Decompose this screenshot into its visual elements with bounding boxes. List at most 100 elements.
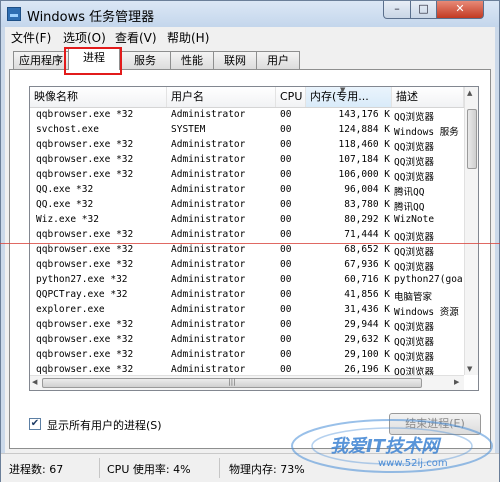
cpu-cell: 00 (280, 139, 292, 150)
memory-cell: 26,196 K (344, 364, 390, 375)
table-row[interactable]: explorer.exe Administrator 00 31,436 K Windo… (30, 303, 464, 318)
description-cell: QQ浏览器 (394, 157, 434, 168)
image-name-cell: qqbrowser.exe *32 (36, 349, 134, 360)
memory-cell: 71,444 K (344, 229, 390, 240)
image-name-cell: Wiz.exe *32 (36, 214, 99, 225)
scroll-up-icon[interactable]: ▲ (467, 89, 472, 97)
maximize-button[interactable]: □ (410, 1, 437, 19)
title-bar[interactable]: Windows 任务管理器 – □ ✕ (1, 1, 499, 27)
description-cell: QQ浏览器 (394, 112, 434, 123)
tab-networking[interactable]: 联网 (213, 51, 257, 69)
memory-cell: 107,184 K (338, 154, 390, 165)
horizontal-scrollbar[interactable]: ◀ ||| ▶ (30, 375, 464, 390)
description-cell: QQ浏览器 (394, 142, 434, 153)
table-row[interactable]: QQ.exe *32 Administrator 00 96,004 K 腾讯QQ (30, 183, 464, 198)
memory-cell: 80,292 K (344, 214, 390, 225)
cpu-cell: 00 (280, 199, 292, 210)
show-all-users-checkbox[interactable]: ✔ (29, 418, 41, 430)
list-header: 映像名称 用户名 CPU 内存(专用... 描述 ▼ (30, 87, 464, 108)
menu-help[interactable]: 帮助(H) (167, 29, 209, 46)
user-name-cell: Administrator (171, 139, 246, 150)
status-separator (219, 458, 220, 478)
process-list[interactable]: 映像名称 用户名 CPU 内存(专用... 描述 ▼ qqbrowser.exe… (29, 86, 479, 391)
table-row[interactable]: qqbrowser.exe *32 Administrator 00 118,460 … (30, 138, 464, 153)
user-name-cell: Administrator (171, 214, 246, 225)
description-cell: 腾讯QQ (394, 202, 425, 213)
table-row[interactable]: qqbrowser.exe *32 Administrator 00 143,176 … (30, 108, 464, 123)
cpu-cell: 00 (280, 334, 292, 345)
tab-users[interactable]: 用户 (256, 51, 300, 69)
image-name-cell: QQ.exe *32 (36, 199, 94, 210)
image-name-cell: qqbrowser.exe *32 (36, 154, 134, 165)
cpu-cell: 00 (280, 214, 292, 225)
image-name-cell: qqbrowser.exe *32 (36, 244, 134, 255)
user-name-cell: Administrator (171, 364, 246, 375)
scroll-right-icon[interactable]: ▶ (454, 378, 459, 386)
table-row[interactable]: qqbrowser.exe *32 Administrator 00 68,652 K… (30, 243, 464, 258)
image-name-cell: QQ.exe *32 (36, 184, 94, 195)
table-row[interactable]: qqbrowser.exe *32 Administrator 00 106,000 … (30, 168, 464, 183)
image-name-cell: qqbrowser.exe *32 (36, 169, 134, 180)
scroll-left-icon[interactable]: ◀ (32, 378, 37, 386)
close-button[interactable]: ✕ (436, 1, 484, 19)
table-row[interactable]: python27.exe *32 Administrator 00 60,716 K p… (30, 273, 464, 288)
column-cpu[interactable]: CPU (276, 87, 306, 107)
user-name-cell: Administrator (171, 319, 246, 330)
menu-view[interactable]: 查看(V) (115, 29, 157, 46)
memory-cell: 60,716 K (344, 274, 390, 285)
minimize-button[interactable]: – (383, 1, 411, 19)
column-description[interactable]: 描述 (392, 87, 464, 107)
show-all-users-label[interactable]: 显示所有用户的进程(S) (47, 417, 162, 433)
user-name-cell: Administrator (171, 184, 246, 195)
status-process-count: 进程数: 67 (9, 463, 64, 476)
tab-applications[interactable]: 应用程序 (13, 51, 69, 69)
cpu-cell: 00 (280, 289, 292, 300)
image-name-cell: qqbrowser.exe *32 (36, 229, 134, 240)
table-row[interactable]: qqbrowser.exe *32 Administrator 00 29,100 K… (30, 348, 464, 363)
memory-cell: 106,000 K (338, 169, 390, 180)
column-image-name[interactable]: 映像名称 (30, 87, 167, 107)
memory-cell: 143,176 K (338, 109, 390, 120)
table-row[interactable]: qqbrowser.exe *32 Administrator 00 67,936 K… (30, 258, 464, 273)
tab-performance[interactable]: 性能 (170, 51, 214, 69)
user-name-cell: Administrator (171, 154, 246, 165)
cpu-cell: 00 (280, 184, 292, 195)
table-row[interactable]: svchost.exe SYSTEM 00 124,884 K Windows 服务 (30, 123, 464, 138)
user-name-cell: Administrator (171, 304, 246, 315)
end-process-button[interactable]: 结束进程(E) (389, 413, 481, 435)
user-name-cell: Administrator (171, 109, 246, 120)
red-guide-line (0, 243, 500, 244)
user-name-cell: Administrator (171, 229, 246, 240)
horizontal-scroll-thumb[interactable]: ||| (42, 378, 422, 388)
vertical-scroll-thumb[interactable] (467, 109, 477, 169)
cpu-cell: 00 (280, 364, 292, 375)
image-name-cell: explorer.exe (36, 304, 105, 315)
cpu-cell: 00 (280, 259, 292, 270)
table-row[interactable]: Wiz.exe *32 Administrator 00 80,292 K WizNot… (30, 213, 464, 228)
column-memory[interactable]: 内存(专用... (306, 87, 392, 107)
menu-file[interactable]: 文件(F) (11, 29, 51, 46)
table-row[interactable]: qqbrowser.exe *32 Administrator 00 107,184 … (30, 153, 464, 168)
image-name-cell: qqbrowser.exe *32 (36, 319, 134, 330)
user-name-cell: Administrator (171, 169, 246, 180)
table-row[interactable]: qqbrowser.exe *32 Administrator 00 71,444 K… (30, 228, 464, 243)
menu-options[interactable]: 选项(O) (63, 29, 106, 46)
vertical-scrollbar[interactable]: ▲ ▼ (464, 87, 478, 375)
image-name-cell: svchost.exe (36, 124, 99, 135)
table-row[interactable]: QQPCTray.exe *32 Administrator 00 41,856 K 电… (30, 288, 464, 303)
status-physical-memory: 物理内存: 73% (229, 463, 305, 476)
description-cell: 腾讯QQ (394, 187, 425, 198)
description-cell: Windows 服务 (394, 127, 459, 138)
tab-services[interactable]: 服务 (119, 51, 171, 69)
description-cell: WizNote (394, 214, 435, 225)
image-name-cell: qqbrowser.exe *32 (36, 259, 134, 270)
table-row[interactable]: QQ.exe *32 Administrator 00 83,780 K 腾讯QQ (30, 198, 464, 213)
table-row[interactable]: qqbrowser.exe *32 Administrator 00 29,632 K… (30, 333, 464, 348)
table-row[interactable]: qqbrowser.exe *32 Administrator 00 29,944 K… (30, 318, 464, 333)
user-name-cell: Administrator (171, 259, 246, 270)
cpu-cell: 00 (280, 109, 292, 120)
user-name-cell: Administrator (171, 289, 246, 300)
description-cell: Windows 资源 (394, 307, 459, 318)
column-user-name[interactable]: 用户名 (167, 87, 276, 107)
scroll-down-icon[interactable]: ▼ (467, 365, 472, 373)
